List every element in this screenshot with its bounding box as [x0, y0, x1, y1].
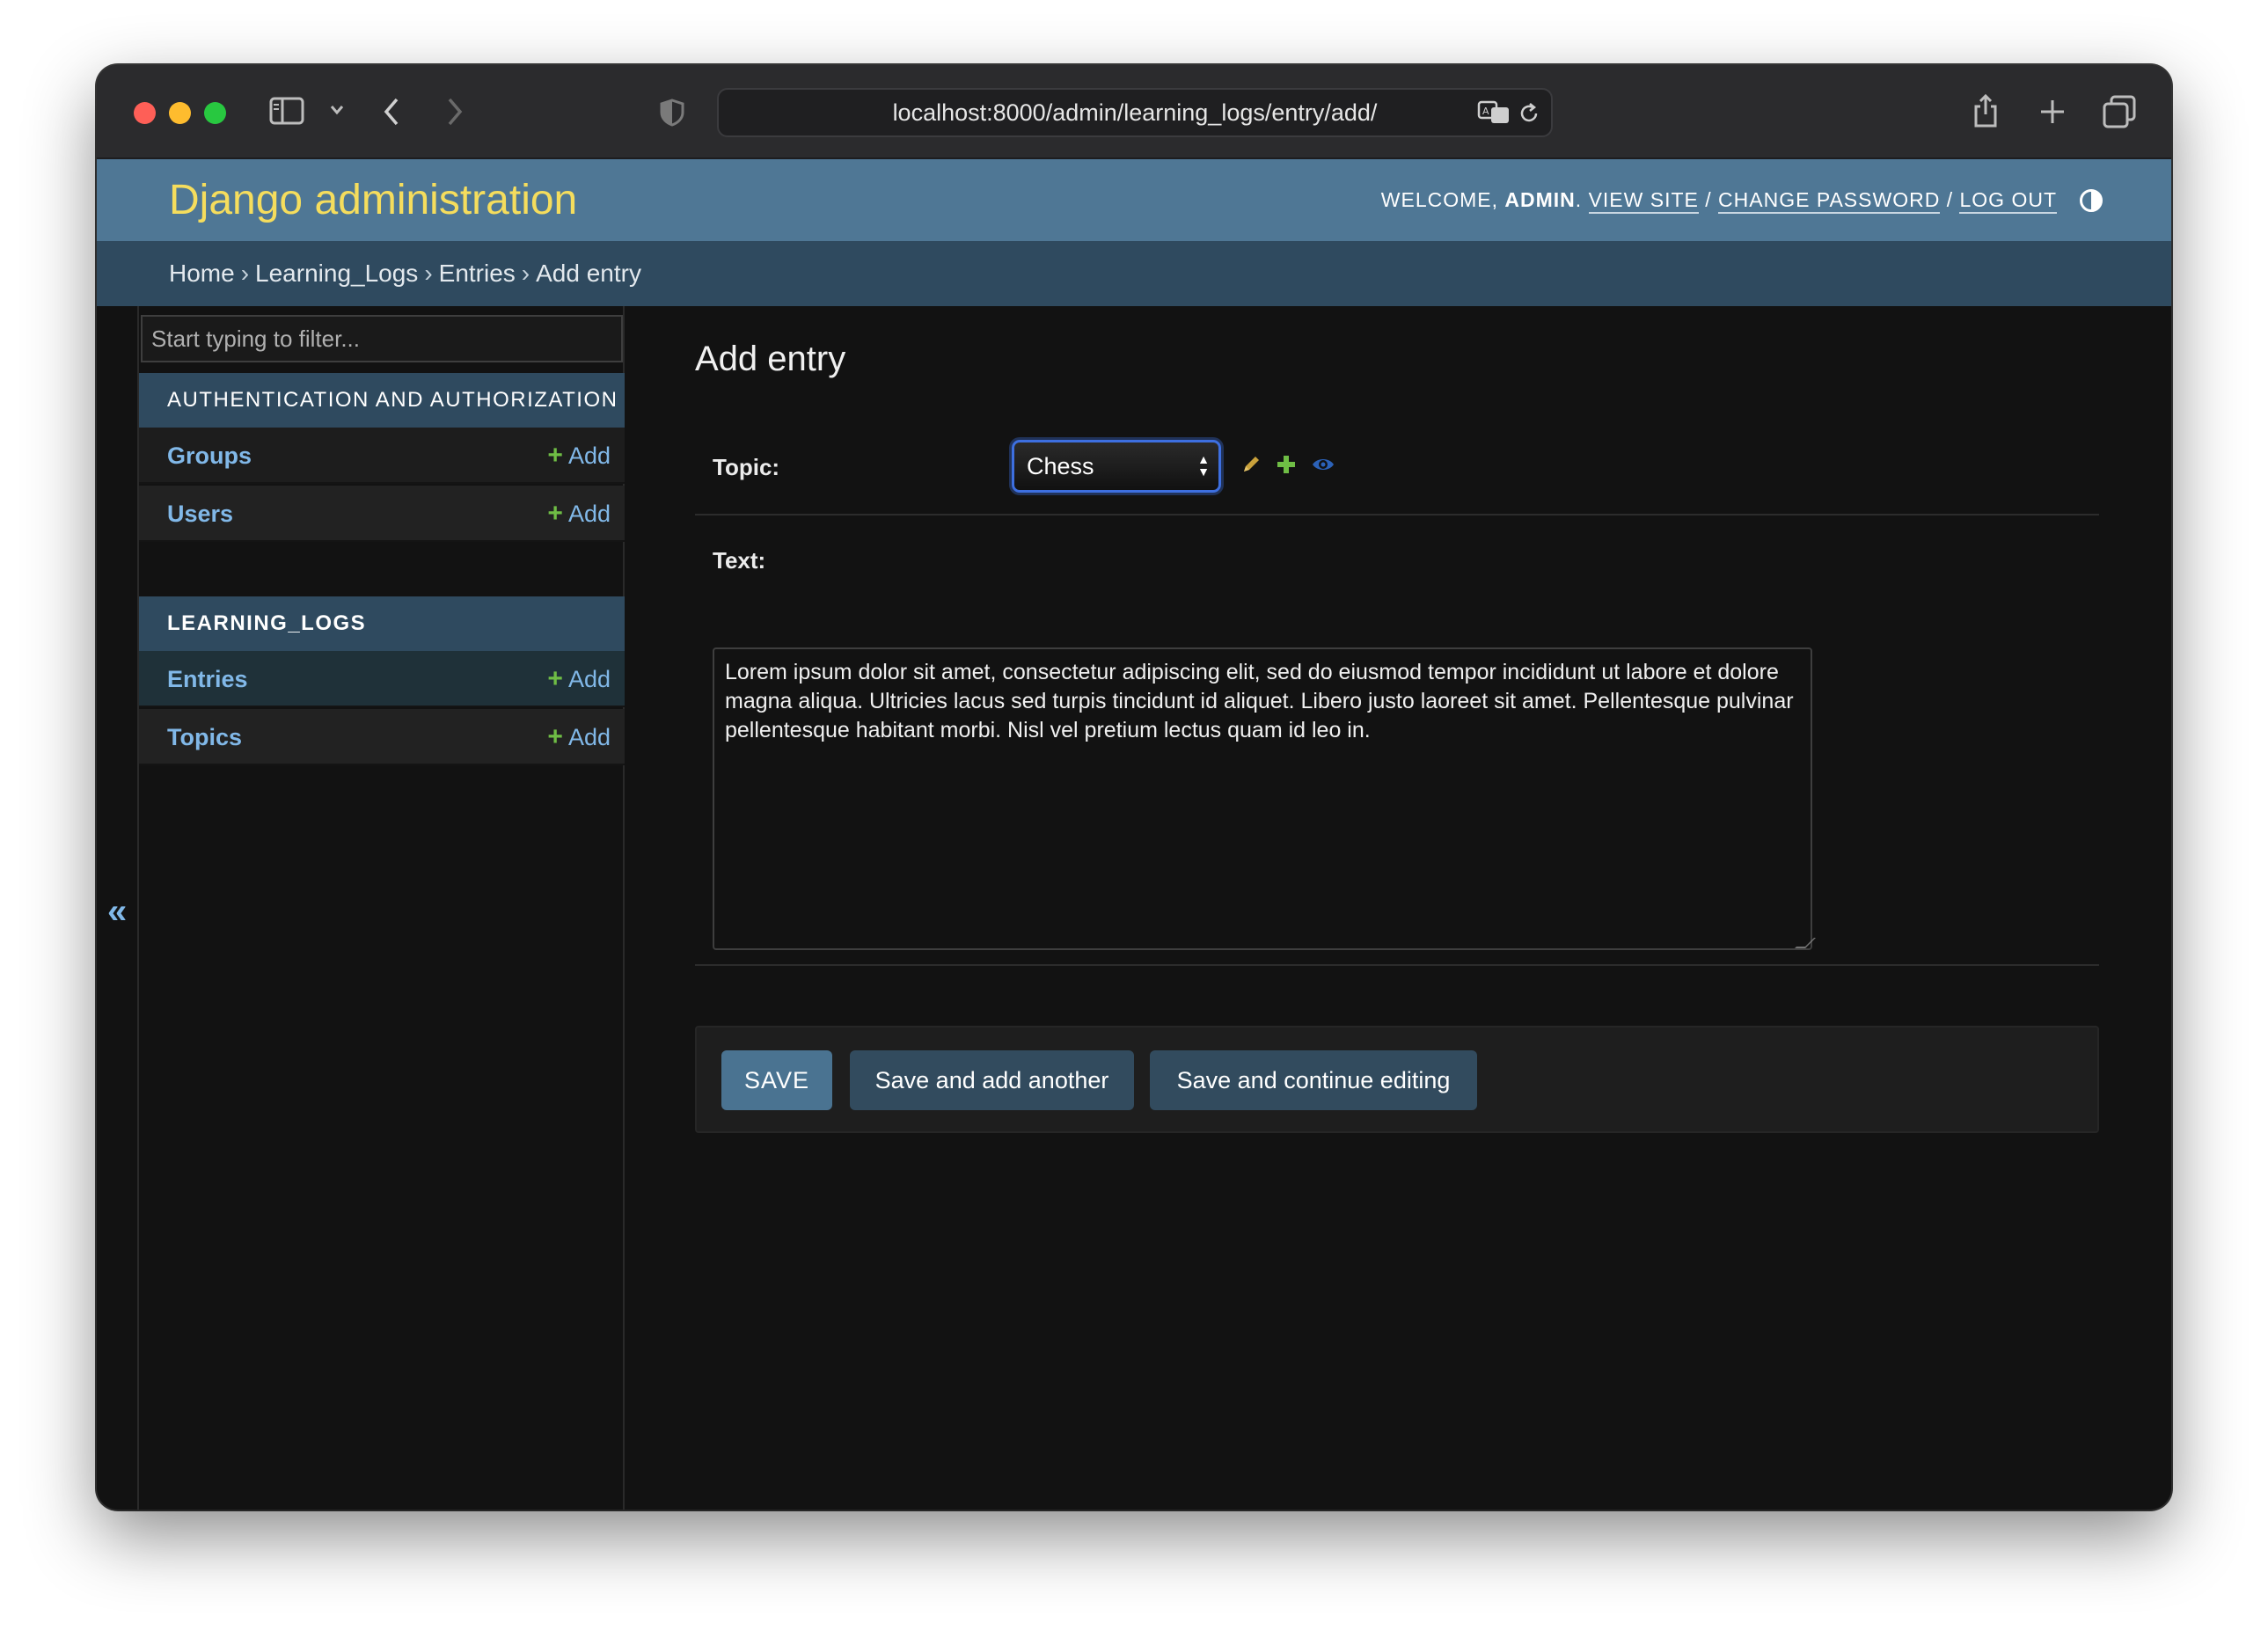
entries-link[interactable]: Entries: [167, 651, 248, 707]
url-text: localhost:8000/admin/learning_logs/entry…: [892, 99, 1378, 126]
svg-text:A: A: [1482, 106, 1489, 117]
breadcrumb-current: Add entry: [536, 260, 641, 287]
nav-filter-input[interactable]: [141, 315, 623, 362]
topic-label: Topic:: [713, 454, 780, 480]
topics-add-link[interactable]: + Add: [547, 709, 611, 765]
module-caption-learning-logs[interactable]: LEARNING_LOGS: [139, 596, 625, 651]
reload-icon[interactable]: [1518, 102, 1540, 125]
sidebar-item-groups: Groups + Add: [139, 428, 625, 484]
browser-window: localhost:8000/admin/learning_logs/entry…: [97, 65, 2171, 1510]
sidebar-toggle-icon[interactable]: [269, 97, 304, 125]
zoom-window-button[interactable]: [204, 102, 226, 124]
translate-icon[interactable]: A: [1477, 100, 1511, 125]
sidebar-item-users: Users + Add: [139, 486, 625, 542]
users-add-link[interactable]: + Add: [547, 486, 611, 542]
address-bar[interactable]: localhost:8000/admin/learning_logs/entry…: [717, 88, 1553, 137]
minimize-window-button[interactable]: [169, 102, 191, 124]
plus-icon[interactable]: [1276, 454, 1297, 479]
topic-select[interactable]: Chess ▲ ▼: [1012, 440, 1221, 493]
select-arrows-icon: ▲ ▼: [1197, 452, 1210, 479]
welcome-text: Welcome,: [1380, 188, 1498, 211]
page-title: Add entry: [695, 340, 846, 378]
site-branding[interactable]: Django administration: [169, 159, 577, 241]
plus-icon: +: [547, 499, 563, 528]
breadcrumb-home[interactable]: Home: [169, 260, 235, 287]
submit-row: SAVE Save and add another Save and conti…: [695, 1026, 2099, 1133]
user-tools: Welcome, admin. View site / Change passw…: [1381, 159, 2057, 241]
plus-icon: +: [547, 722, 563, 751]
module-caption-auth[interactable]: Authentication and Authorization: [139, 373, 625, 428]
sidebar-item-entries: Entries + Add: [139, 651, 625, 707]
groups-add-link[interactable]: + Add: [547, 428, 611, 484]
close-window-button[interactable]: [134, 102, 156, 124]
save-and-add-another-button[interactable]: Save and add another: [850, 1050, 1134, 1110]
log-out-link[interactable]: Log out: [1959, 188, 2057, 214]
sidebar-collapse-button[interactable]: «: [107, 892, 127, 932]
entries-add-link[interactable]: + Add: [547, 651, 611, 707]
nav-sidebar: Authentication and Authorization Groups …: [137, 306, 625, 1510]
chevron-down-icon[interactable]: [329, 104, 345, 116]
back-icon[interactable]: [382, 97, 401, 127]
tab-overview-icon[interactable]: [2103, 95, 2136, 128]
theme-toggle-icon[interactable]: [2080, 189, 2103, 212]
groups-link[interactable]: Groups: [167, 428, 252, 484]
users-link[interactable]: Users: [167, 486, 233, 542]
new-tab-icon[interactable]: [2039, 99, 2066, 125]
forward-icon[interactable]: [445, 97, 465, 127]
breadcrumb-model[interactable]: Entries: [439, 260, 516, 287]
pencil-icon[interactable]: [1240, 454, 1262, 479]
privacy-shield-icon[interactable]: [660, 99, 684, 127]
separator: /: [1705, 188, 1712, 211]
topics-link[interactable]: Topics: [167, 709, 242, 765]
topic-select-value: Chess: [1027, 453, 1094, 479]
save-and-continue-button[interactable]: Save and continue editing: [1150, 1050, 1477, 1110]
text-label: Text:: [713, 547, 766, 574]
separator: /: [1946, 188, 1954, 211]
plus-icon: +: [547, 441, 563, 470]
breadcrumb-app[interactable]: Learning_Logs: [255, 260, 418, 287]
eye-icon[interactable]: [1311, 454, 1335, 479]
breadcrumb: Home › Learning_Logs › Entries › Add entry: [97, 241, 2171, 306]
share-icon[interactable]: [1972, 93, 1999, 128]
main-content: Add entry Topic: Chess ▲ ▼ Text: Lorem ip…: [695, 306, 2103, 1510]
text-textarea[interactable]: Lorem ipsum dolor sit amet, consectetur …: [713, 647, 1812, 950]
browser-toolbar: localhost:8000/admin/learning_logs/entry…: [97, 65, 2171, 159]
view-site-link[interactable]: View site: [1588, 188, 1699, 214]
topic-form-row: Topic: Chess ▲ ▼: [695, 420, 2099, 516]
username: admin: [1504, 188, 1576, 211]
save-button[interactable]: SAVE: [721, 1050, 832, 1110]
sidebar-item-topics: Topics + Add: [139, 709, 625, 765]
change-password-link[interactable]: Change password: [1718, 188, 1941, 214]
plus-icon: +: [547, 664, 563, 693]
site-header: Django administration Welcome, admin. Vi…: [97, 159, 2171, 241]
